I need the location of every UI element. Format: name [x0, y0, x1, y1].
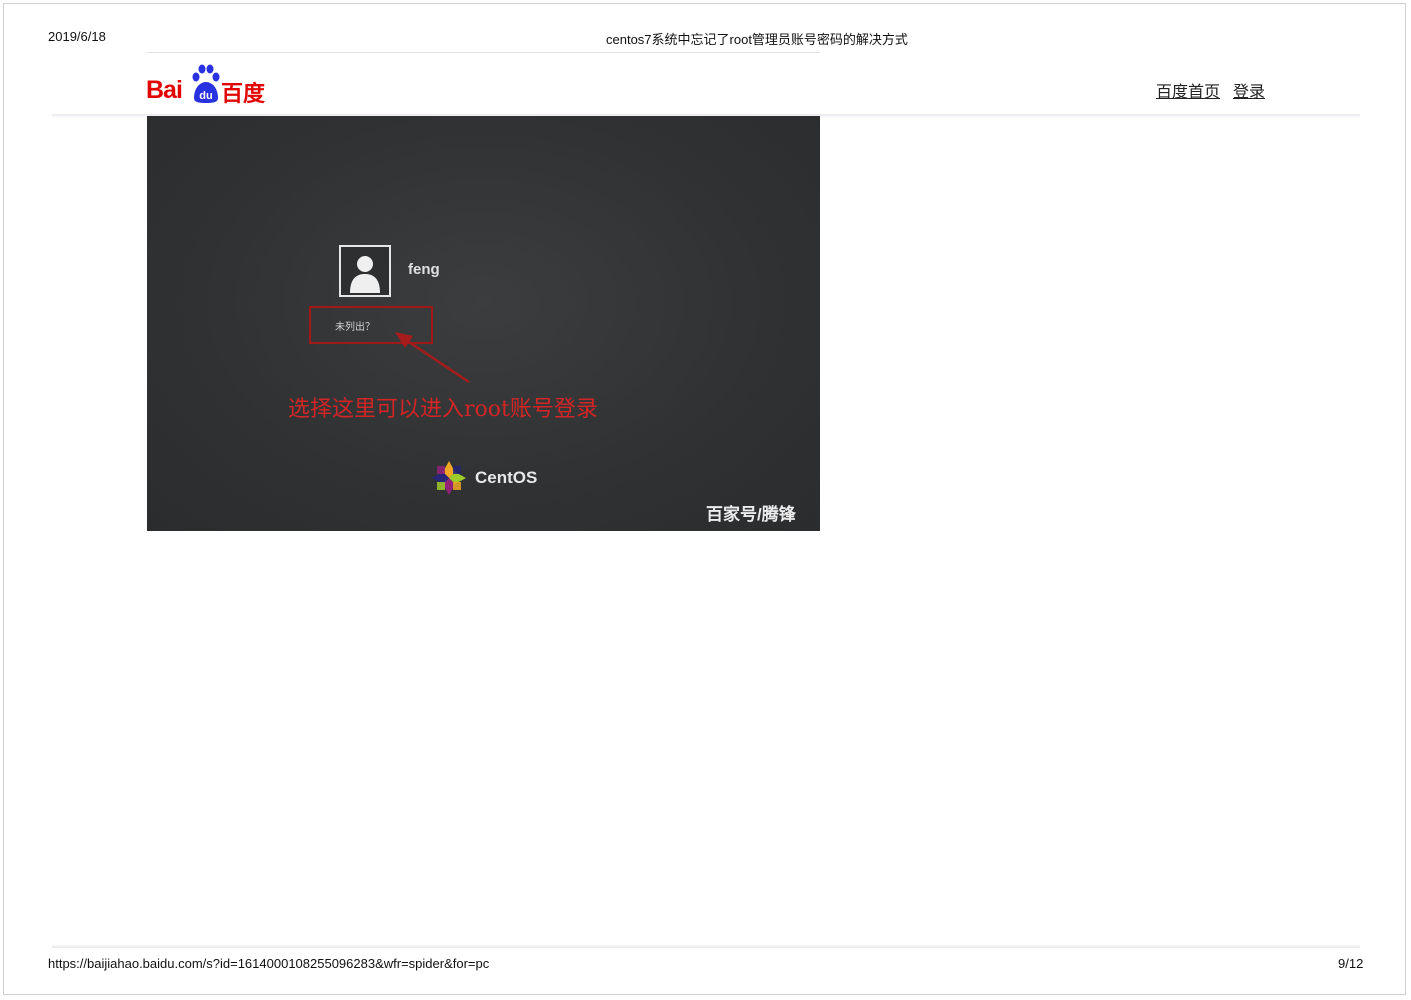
annotation-text: 选择这里可以进入root账号登录	[288, 397, 598, 422]
article-screenshot: feng 未列出？ 选择这里可以进入root账号登录 CentOS 百家号/腾锋	[147, 116, 820, 531]
page-number: 9/12	[1338, 956, 1364, 971]
centos-logo-icon	[432, 461, 466, 495]
print-title: centos7系统中忘记了root管理员账号密码的解决方式	[606, 32, 908, 47]
footer-shadow	[52, 944, 1360, 948]
image-watermark: 百家号/腾锋	[706, 505, 796, 524]
nav-baidu-home[interactable]: 百度首页	[1156, 78, 1220, 102]
print-date: 2019/6/18	[48, 29, 106, 44]
baidu-paw-icon: du	[192, 64, 220, 103]
logo-latin: Bai	[146, 76, 183, 104]
logo-chinese: 百度	[221, 81, 266, 106]
header-divider	[147, 52, 820, 53]
print-url: https://baijiahao.baidu.com/s?id=1614000…	[48, 956, 490, 971]
logo-du: du	[199, 90, 212, 102]
nav-login[interactable]: 登录	[1233, 78, 1265, 102]
centos-wordmark: CentOS	[475, 468, 538, 487]
